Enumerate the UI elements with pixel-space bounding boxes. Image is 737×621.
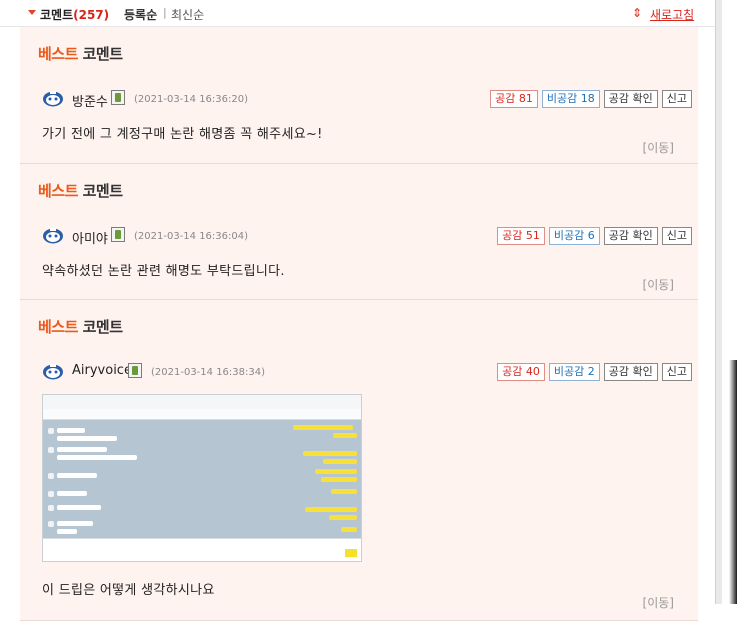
comment-actions: 공감 81 비공감 18 공감 확인 신고 — [490, 90, 692, 108]
page-scrollbar-track[interactable] — [715, 0, 722, 604]
move-link[interactable]: [이동] — [643, 594, 674, 611]
refresh-link[interactable]: 새로고침 — [650, 6, 694, 23]
chat-window-searchbar — [43, 409, 361, 420]
comment-nickname[interactable]: Airyvoice — [72, 363, 132, 378]
check-likes-button[interactable]: 공감 확인 — [603, 90, 658, 108]
user-avatar-icon — [43, 364, 63, 380]
check-likes-button[interactable]: 공감 확인 — [603, 227, 658, 245]
like-button[interactable]: 공감 81 — [490, 90, 538, 108]
best-comment-list: 베스트 코멘트 방준수 (2021-03-14 16:36:20) 공감 81 … — [20, 27, 698, 621]
mobile-phone-icon — [111, 90, 125, 105]
report-button[interactable]: 신고 — [661, 363, 692, 381]
report-button[interactable]: 신고 — [661, 90, 692, 108]
report-button[interactable]: 신고 — [661, 227, 692, 245]
sort-separator: | — [163, 6, 167, 19]
dislike-button[interactable]: 비공감 2 — [548, 363, 600, 381]
best-comment-label: 베스트 코멘트 — [38, 182, 123, 200]
comment-date: (2021-03-14 16:36:04) — [134, 231, 249, 242]
mobile-phone-icon — [128, 363, 142, 378]
comment-date: (2021-03-14 16:38:34) — [151, 367, 266, 378]
chat-window-titlebar — [43, 395, 361, 410]
sort-registered-link[interactable]: 등록순 — [124, 6, 157, 23]
comment-title: 코멘트(257) — [40, 8, 110, 22]
comment-date: (2021-03-14 16:36:20) — [134, 94, 249, 105]
move-link[interactable]: [이동] — [643, 139, 674, 156]
refresh-icon[interactable]: ⇕ — [632, 6, 642, 20]
sort-latest-link[interactable]: 최신순 — [171, 6, 204, 23]
best-comment-label: 베스트 코멘트 — [38, 318, 123, 336]
triangle-down-icon — [28, 10, 36, 15]
edge-shadow — [729, 360, 737, 604]
chat-input-area — [43, 538, 361, 561]
user-avatar-icon — [43, 228, 63, 244]
mobile-phone-icon — [111, 227, 125, 242]
comment-text: 가기 전에 그 계정구매 논란 해명좀 꼭 해주세요~! — [42, 127, 323, 142]
chat-send-button — [345, 549, 357, 557]
attached-screenshot-image[interactable] — [42, 394, 362, 562]
best-comment: 베스트 코멘트 Airyvoice (2021-03-14 16:38:34) … — [20, 300, 698, 621]
comment-actions: 공감 40 비공감 2 공감 확인 신고 — [497, 363, 692, 381]
comment-count: (257) — [73, 8, 110, 22]
like-button[interactable]: 공감 40 — [497, 363, 545, 381]
best-comment: 베스트 코멘트 방준수 (2021-03-14 16:36:20) 공감 81 … — [20, 27, 698, 164]
like-button[interactable]: 공감 51 — [497, 227, 545, 245]
best-comment-label: 베스트 코멘트 — [38, 45, 123, 63]
comment-nickname[interactable]: 아미야 — [72, 228, 108, 247]
dislike-button[interactable]: 비공감 18 — [541, 90, 600, 108]
comment-text: 이 드립은 어떻게 생각하시나요 — [42, 583, 215, 598]
dislike-button[interactable]: 비공감 6 — [548, 227, 600, 245]
comment-nickname[interactable]: 방준수 — [72, 91, 108, 110]
comment-text: 약속하셨던 논란 관련 해명도 부탁드립니다. — [42, 264, 285, 279]
best-comment: 베스트 코멘트 아미야 (2021-03-14 16:36:04) 공감 51 … — [20, 164, 698, 300]
comment-actions: 공감 51 비공감 6 공감 확인 신고 — [497, 227, 692, 245]
user-avatar-icon — [43, 91, 63, 107]
comment-header: 코멘트(257) 등록순 | 최신순 ⇕ 새로고침 — [0, 0, 716, 27]
move-link[interactable]: [이동] — [643, 276, 674, 293]
check-likes-button[interactable]: 공감 확인 — [603, 363, 658, 381]
